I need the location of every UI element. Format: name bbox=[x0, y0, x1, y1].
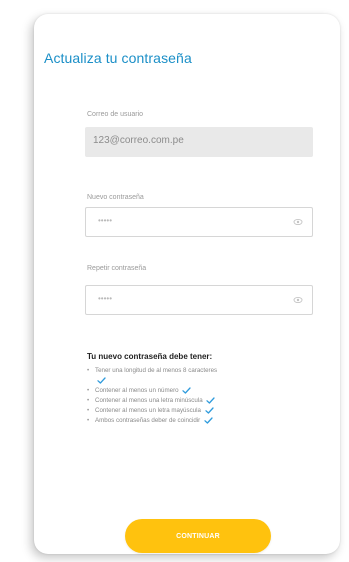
list-item: Contener al menos un número bbox=[87, 386, 317, 396]
email-label: Correo de usuario bbox=[87, 111, 144, 118]
new-password-mask: ••••• bbox=[98, 216, 113, 225]
checkmark-icon bbox=[204, 417, 213, 424]
list-item: Contener al menos un letra mayúscula bbox=[87, 406, 317, 416]
page-title: Actualiza tu contraseña bbox=[44, 50, 192, 66]
new-password-input[interactable]: ••••• bbox=[85, 207, 313, 237]
requirement-text: Contener al menos un número bbox=[95, 387, 179, 394]
requirement-text: Tener una longitud de al menos 8 caracte… bbox=[95, 367, 218, 374]
repeat-password-input[interactable]: ••••• bbox=[85, 285, 313, 315]
password-card bbox=[34, 14, 340, 554]
list-item: Ambos contraseñas deber de coincidir bbox=[87, 416, 317, 426]
eye-icon[interactable] bbox=[293, 295, 303, 305]
checkmark-icon bbox=[182, 387, 191, 394]
eye-icon[interactable] bbox=[293, 217, 303, 227]
repeat-password-mask: ••••• bbox=[98, 294, 113, 303]
requirements-list: Tener una longitud de al menos 8 caracte… bbox=[87, 366, 317, 426]
list-item: Tener una longitud de al menos 8 caracte… bbox=[87, 366, 317, 386]
requirement-text: Ambos contraseñas deber de coincidir bbox=[95, 417, 201, 424]
repeat-password-label: Repetir contraseña bbox=[87, 265, 147, 272]
new-password-label: Nuevo contraseña bbox=[87, 194, 144, 201]
checkmark-icon bbox=[206, 397, 216, 404]
continue-button[interactable]: CONTINUAR bbox=[125, 519, 271, 553]
checkmark-icon bbox=[97, 377, 106, 384]
requirements-title: Tu nuevo contraseña debe tener: bbox=[87, 352, 213, 361]
requirement-text: Contener al menos un letra mayúscula bbox=[95, 407, 201, 414]
requirement-text: Contener al menos una letra minúscula bbox=[95, 397, 203, 404]
list-item: Contener al menos una letra minúscula bbox=[87, 396, 317, 406]
checkmark-icon bbox=[205, 407, 214, 414]
email-field: 123@correo.com.pe bbox=[85, 127, 313, 157]
email-value: 123@correo.com.pe bbox=[93, 135, 184, 146]
